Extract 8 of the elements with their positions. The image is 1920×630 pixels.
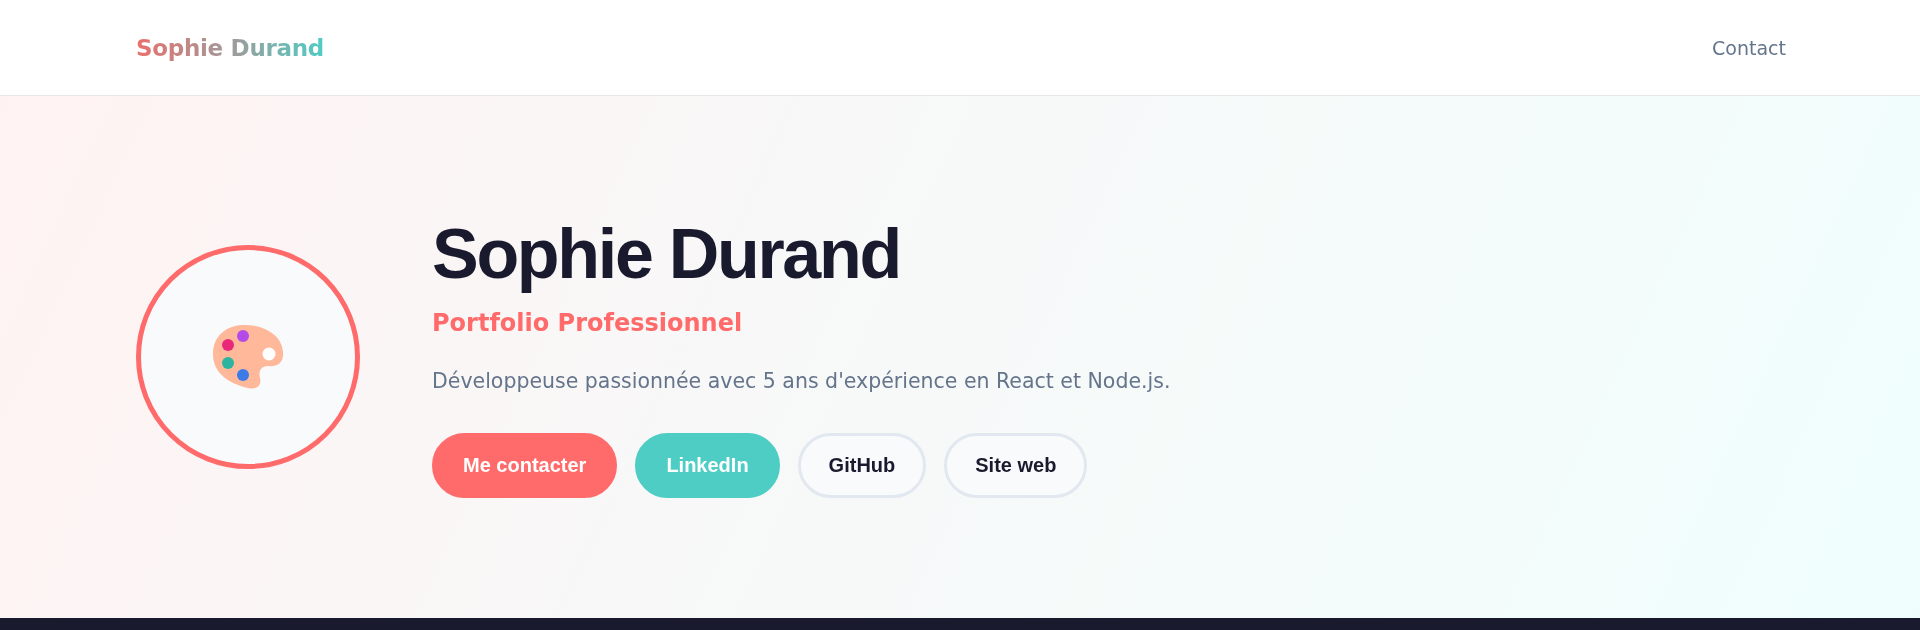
outline-button[interactable]: Site web: [944, 433, 1088, 498]
palette-icon: [212, 324, 284, 390]
primary-button[interactable]: Me contacter: [432, 433, 618, 498]
hero-bio: Développeuse passionnée avec 5 ans d'expérience en React et Node.js.: [432, 368, 1171, 395]
hero-name: Sophie Durand: [432, 216, 900, 293]
hero-subtitle: Portfolio Professionnel: [432, 308, 743, 339]
outline-button[interactable]: GitHub: [797, 433, 927, 498]
nav-link[interactable]: Contact: [1712, 36, 1786, 59]
